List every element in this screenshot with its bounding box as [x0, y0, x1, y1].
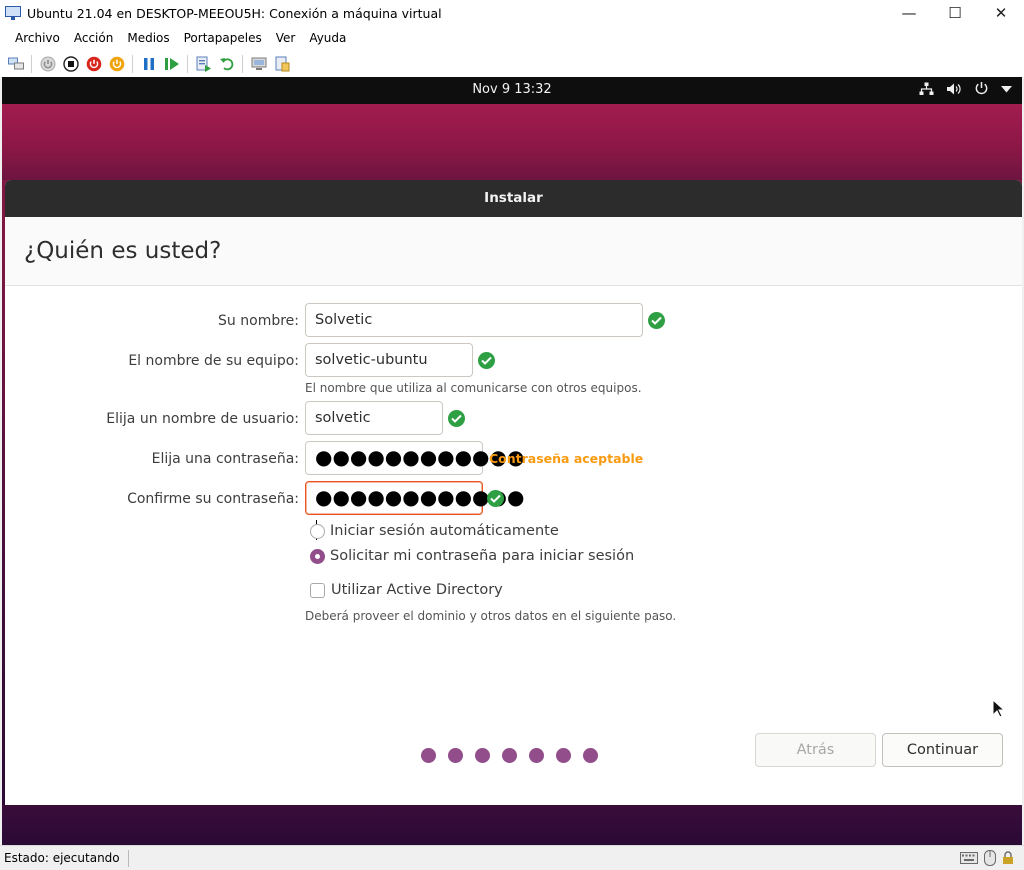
installer-window: Instalar ¿Quién es usted? Su nombre: Sol… [5, 180, 1022, 805]
continue-button[interactable]: Continuar [882, 733, 1003, 767]
enhanced-session-icon[interactable] [250, 55, 268, 73]
ubuntu-top-bar: Nov 9 13:32 [2, 77, 1022, 104]
share-icon[interactable] [273, 55, 291, 73]
active-directory-label: Utilizar Active Directory [331, 582, 503, 598]
maximize-button[interactable]: ☐ [932, 0, 978, 26]
menu-ayuda[interactable]: Ayuda [302, 31, 353, 45]
progress-dot [556, 748, 571, 763]
confirm-password-valid-check-icon [487, 490, 504, 507]
revert-icon[interactable] [218, 55, 236, 73]
menu-medios[interactable]: Medios [120, 31, 176, 45]
require-password-label: Solicitar mi contraseña para iniciar ses… [330, 548, 635, 564]
volume-icon[interactable] [946, 82, 962, 96]
close-button[interactable]: ✕ [978, 0, 1024, 26]
toolbar-separator [132, 54, 133, 73]
start-icon[interactable] [39, 55, 57, 73]
password-label: Elija una contraseña: [151, 451, 299, 467]
checkpoint-icon[interactable] [195, 55, 213, 73]
auto-login-label: Iniciar sesión automáticamente [330, 523, 559, 539]
computer-name-field[interactable]: solvetic-ubuntu [305, 343, 473, 377]
auto-login-radio[interactable]: Iniciar sesión automáticamente [310, 523, 559, 539]
radio-indicator-selected [310, 548, 325, 564]
computer-name-label: El nombre de su equipo: [128, 353, 299, 369]
save-state-icon[interactable] [108, 55, 126, 73]
progress-dot [475, 748, 490, 763]
status-bar: Estado: ejecutando [0, 845, 1024, 870]
progress-dot [583, 748, 598, 763]
window-title: Ubuntu 21.04 en DESKTOP-MEEOU5H: Conexió… [27, 5, 442, 21]
active-directory-checkbox[interactable]: Utilizar Active Directory [310, 582, 503, 598]
turn-off-icon[interactable] [62, 55, 80, 73]
toolbar-separator [31, 54, 32, 73]
desktop-background [2, 805, 1022, 845]
menu-accion[interactable]: Acción [67, 31, 120, 45]
install-progress-dots [421, 748, 598, 763]
mouse-capture-icon [984, 850, 996, 869]
computer-name-valid-check-icon [478, 352, 495, 369]
toolbar-separator [187, 54, 188, 73]
confirm-password-field[interactable]: ●●●●●●●●●●●● [305, 481, 524, 540]
power-icon[interactable] [974, 81, 989, 96]
lock-icon [1002, 851, 1014, 868]
vm-connection-icon [5, 6, 21, 20]
toolbar-separator [242, 54, 243, 73]
menu-portapapeles[interactable]: Portapapeles [177, 31, 269, 45]
window-title-bar: Ubuntu 21.04 en DESKTOP-MEEOU5H: Conexió… [0, 0, 1024, 26]
name-label: Su nombre: [218, 313, 299, 329]
name-valid-check-icon [648, 312, 665, 329]
menu-archivo[interactable]: Archivo [8, 31, 67, 45]
username-label: Elija un nombre de usuario: [106, 411, 299, 427]
menu-ver[interactable]: Ver [269, 31, 303, 45]
username-valid-check-icon [448, 410, 465, 427]
progress-dot [421, 748, 436, 763]
menu-arrow-icon[interactable] [1001, 85, 1012, 93]
password-field[interactable]: ●●●●●●●●●●●● [305, 441, 524, 475]
installer-header: Instalar [5, 180, 1022, 217]
confirm-password-label: Confirme su contraseña: [127, 491, 299, 507]
password-strength: Contraseña aceptable [489, 451, 644, 466]
status-text: Estado: ejecutando [0, 849, 129, 867]
page-title: ¿Quién es usted? [5, 217, 1022, 286]
vm-guest-screen[interactable]: Nov 9 13:32 Instalar ¿Quién es usted? Su… [2, 77, 1022, 845]
progress-dot [529, 748, 544, 763]
computer-name-hint: El nombre que utiliza al comunicarse con… [305, 381, 642, 395]
resume-icon[interactable] [163, 55, 181, 73]
username-field[interactable]: solvetic [305, 401, 443, 435]
clock[interactable]: Nov 9 13:32 [2, 82, 1022, 97]
vm-toolbar [0, 50, 1024, 77]
minimize-button[interactable]: — [886, 0, 932, 26]
checkbox-box [310, 582, 325, 598]
menu-bar: Archivo Acción Medios Portapapeles Ver A… [0, 26, 1024, 50]
name-field[interactable]: Solvetic [305, 303, 643, 337]
active-directory-hint: Deberá proveer el dominio y otros datos … [305, 609, 677, 623]
ctrl-alt-del-icon[interactable] [7, 55, 25, 73]
pause-icon[interactable] [140, 55, 158, 73]
back-button[interactable]: Atrás [755, 733, 876, 767]
mouse-pointer-icon [992, 698, 1006, 722]
progress-dot [502, 748, 517, 763]
progress-dot [448, 748, 463, 763]
radio-indicator [310, 523, 325, 539]
require-password-radio[interactable]: Solicitar mi contraseña para iniciar ses… [310, 548, 634, 564]
shutdown-icon[interactable] [85, 55, 103, 73]
keyboard-icon [960, 852, 978, 867]
network-icon[interactable] [919, 82, 934, 96]
